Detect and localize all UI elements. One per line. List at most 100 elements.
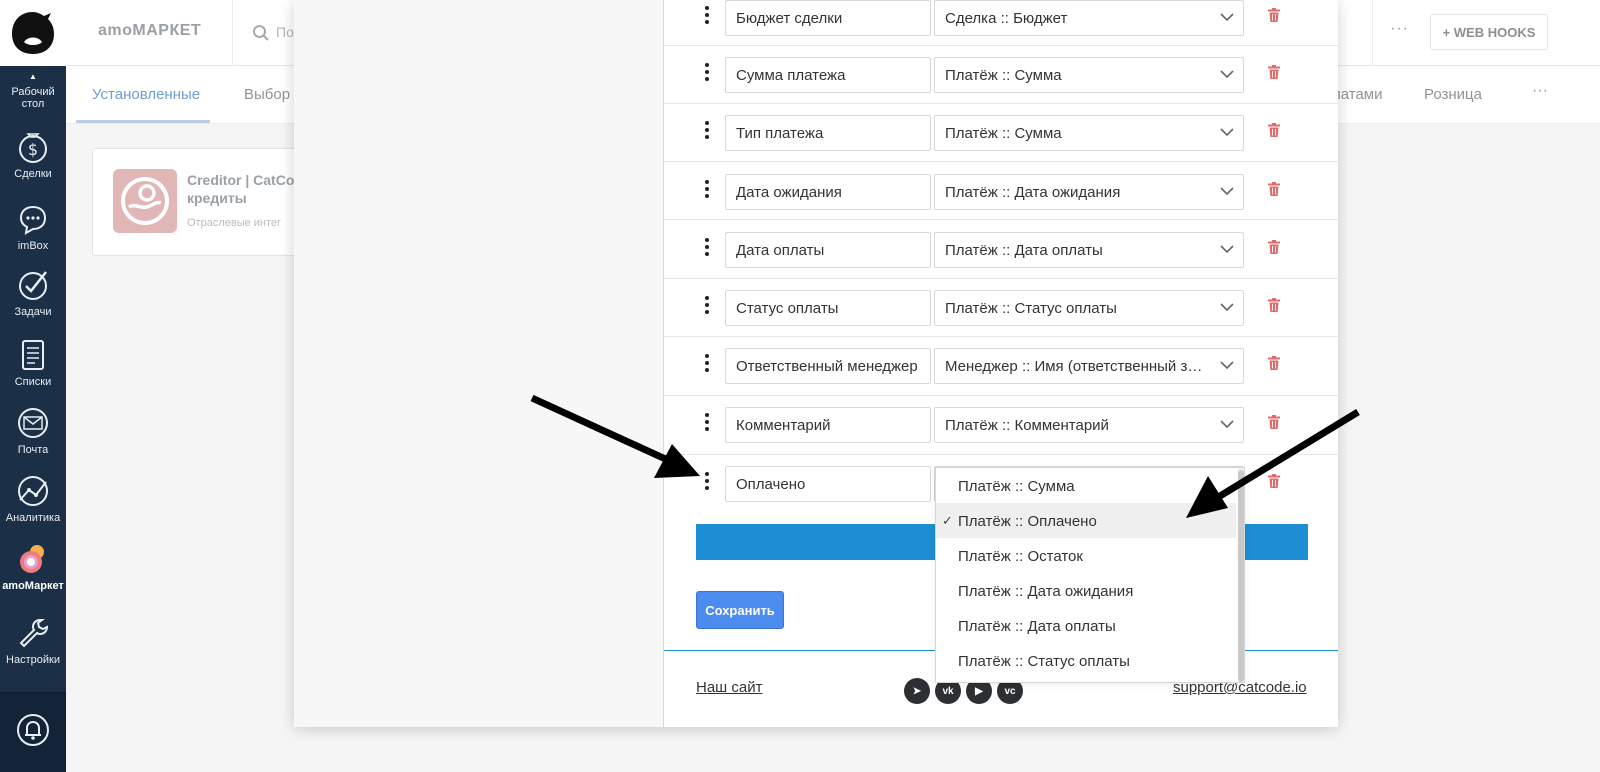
sidebar-item-deals[interactable]: $ Сделки <box>0 130 66 180</box>
dropdown-option[interactable]: Платёж :: Остаток <box>936 538 1236 573</box>
drag-handle-icon[interactable] <box>704 296 710 318</box>
notifications-area[interactable] <box>0 692 66 772</box>
divider <box>1372 0 1373 66</box>
trash-icon[interactable] <box>1268 356 1280 370</box>
field-name-input[interactable]: Статус оплаты <box>725 290 931 326</box>
option-label: Платёж :: Сумма <box>958 478 1075 495</box>
field-mapping-row: Сумма платежа Платёж :: Сумма <box>664 46 1338 104</box>
trash-icon[interactable] <box>1268 474 1280 488</box>
value-dropdown-menu[interactable]: Платёж :: Сумма ✓ Платёж :: Оплачено Плат… <box>935 467 1245 683</box>
search-input[interactable]: По <box>276 24 294 40</box>
trash-icon[interactable] <box>1268 123 1280 137</box>
field-name-input[interactable]: Комментарий <box>725 407 931 443</box>
mail-icon <box>18 408 48 438</box>
check-icon: ✓ <box>942 513 953 528</box>
dropdown-option[interactable]: Платёж :: Сумма <box>936 468 1236 503</box>
drag-handle-icon[interactable] <box>704 63 710 85</box>
field-value-select[interactable]: Платёж :: Дата ожидания <box>934 174 1244 210</box>
sidebar-item-tasks[interactable]: Задачи <box>0 268 66 318</box>
widget-title: Creditor | CatCod кредиты <box>187 171 302 207</box>
tab-installed[interactable]: Установленные <box>92 86 200 103</box>
bell-icon <box>17 714 49 746</box>
field-value-select[interactable]: Платёж :: Сумма <box>934 57 1244 93</box>
field-name-input[interactable]: Тип платежа <box>725 115 931 151</box>
field-mapping-row: Дата ожидания Платёж :: Дата ожидания <box>664 162 1338 220</box>
chevron-down-icon <box>1220 245 1234 254</box>
sidebar-item-lists[interactable]: Списки <box>0 338 66 388</box>
our-site-link[interactable]: Наш сайт <box>696 679 762 696</box>
tab-choice[interactable]: Выбор <box>244 86 290 103</box>
field-value-select[interactable]: Сделка :: Бюджет <box>934 0 1244 36</box>
dropdown-option[interactable]: Платёж :: Дата ожидания <box>936 573 1236 608</box>
drag-handle-icon[interactable] <box>704 180 710 202</box>
chevron-down-icon <box>1220 303 1234 312</box>
tab-retail[interactable]: Розница <box>1424 86 1482 103</box>
drag-handle-icon[interactable] <box>704 121 710 143</box>
trash-icon[interactable] <box>1268 240 1280 254</box>
field-value-select[interactable]: Платёж :: Комментарий <box>934 407 1244 443</box>
widget-title-line: кредиты <box>187 190 247 206</box>
sidebar-item-desktop[interactable]: Рабочий стол <box>0 86 66 110</box>
field-value-select[interactable]: Платёж :: Дата оплаты <box>934 232 1244 268</box>
drag-handle-icon[interactable] <box>704 6 710 28</box>
field-value-select[interactable]: Платёж :: Статус оплаты <box>934 290 1244 326</box>
widget-title-line: Creditor | CatCod <box>187 172 302 188</box>
sidebar-item-imbox[interactable]: imBox <box>0 202 66 252</box>
dollar-icon: $ <box>19 133 47 163</box>
more-icon[interactable]: ··· <box>1532 82 1548 100</box>
dropdown-option[interactable]: Платёж :: Статус оплаты <box>936 643 1236 678</box>
sidebar-item-market[interactable]: amoМаркет <box>0 542 66 592</box>
trash-icon[interactable] <box>1268 298 1280 312</box>
sidebar-item-label: imBox <box>17 240 49 252</box>
field-mapping-row: Ответственный менеджер Менеджер :: Имя (о… <box>664 337 1338 396</box>
web-hooks-button[interactable]: + WEB HOOKS <box>1430 14 1548 50</box>
widget-logo <box>113 169 177 233</box>
field-name-input[interactable]: Бюджет сделки <box>725 0 931 36</box>
tab-payments[interactable]: латами <box>1332 86 1383 103</box>
field-mapping-row: Статус оплаты Платёж :: Статус оплаты <box>664 279 1338 337</box>
field-mapping-row: Бюджет сделки Сделка :: Бюджет <box>664 0 1338 46</box>
dropdown-option-selected[interactable]: ✓ Платёж :: Оплачено <box>936 503 1236 538</box>
option-label: Платёж :: Остаток <box>958 548 1083 565</box>
dropdown-scrollbar-thumb[interactable] <box>1238 470 1244 682</box>
trash-icon[interactable] <box>1268 415 1280 429</box>
field-name-input[interactable]: Ответственный менеджер <box>725 348 931 384</box>
field-mapping-row: Дата оплаты Платёж :: Дата оплаты <box>664 220 1338 279</box>
collapse-up-icon[interactable]: ▲ <box>0 72 66 81</box>
wrench-icon <box>19 619 49 648</box>
sidebar-item-settings[interactable]: Настройки <box>0 616 66 666</box>
drag-handle-icon[interactable] <box>704 238 710 260</box>
widget-card[interactable]: Creditor | CatCod кредиты Отраслевые инт… <box>92 148 302 256</box>
sidebar-item-label: Задачи <box>14 306 52 318</box>
field-value-select[interactable]: Менеджер :: Имя (ответственный за сделку… <box>934 348 1244 384</box>
sidebar-item-label: Списки <box>14 376 52 388</box>
trash-icon[interactable] <box>1268 182 1280 196</box>
trash-icon[interactable] <box>1268 65 1280 79</box>
left-sidebar: ▲ Рабочий стол $ Сделки imBox Задачи Спи… <box>0 0 66 772</box>
field-name-input[interactable]: Оплачено <box>725 466 931 502</box>
app-logo[interactable] <box>0 0 66 66</box>
telegram-icon[interactable]: ➤ <box>904 678 930 704</box>
search-icon[interactable] <box>252 24 270 42</box>
active-tab-indicator <box>76 120 210 123</box>
field-name-input[interactable]: Дата оплаты <box>725 232 931 268</box>
drag-handle-icon[interactable] <box>704 354 710 376</box>
field-value-select[interactable]: Платёж :: Сумма <box>934 115 1244 151</box>
field-name-input[interactable]: Сумма платежа <box>725 57 931 93</box>
option-label: Платёж :: Дата оплаты <box>958 618 1116 635</box>
brand-title: amoМАРКЕТ <box>98 22 202 39</box>
chevron-down-icon <box>1220 420 1234 429</box>
save-button[interactable]: Сохранить <box>696 591 784 629</box>
drag-handle-icon[interactable] <box>704 472 710 494</box>
analytics-icon <box>18 476 48 506</box>
trash-icon[interactable] <box>1268 8 1280 22</box>
more-icon[interactable]: ··· <box>1390 20 1409 38</box>
drag-handle-icon[interactable] <box>704 413 710 435</box>
chevron-down-icon <box>1220 70 1234 79</box>
sidebar-item-mail[interactable]: Почта <box>0 406 66 456</box>
sidebar-item-label: Рабочий стол <box>11 86 55 110</box>
dropdown-option[interactable]: Платёж :: Дата оплаты <box>936 608 1236 643</box>
field-name-input[interactable]: Дата ожидания <box>725 174 931 210</box>
chevron-down-icon <box>1220 361 1234 370</box>
sidebar-item-analytics[interactable]: Аналитика <box>0 474 66 524</box>
